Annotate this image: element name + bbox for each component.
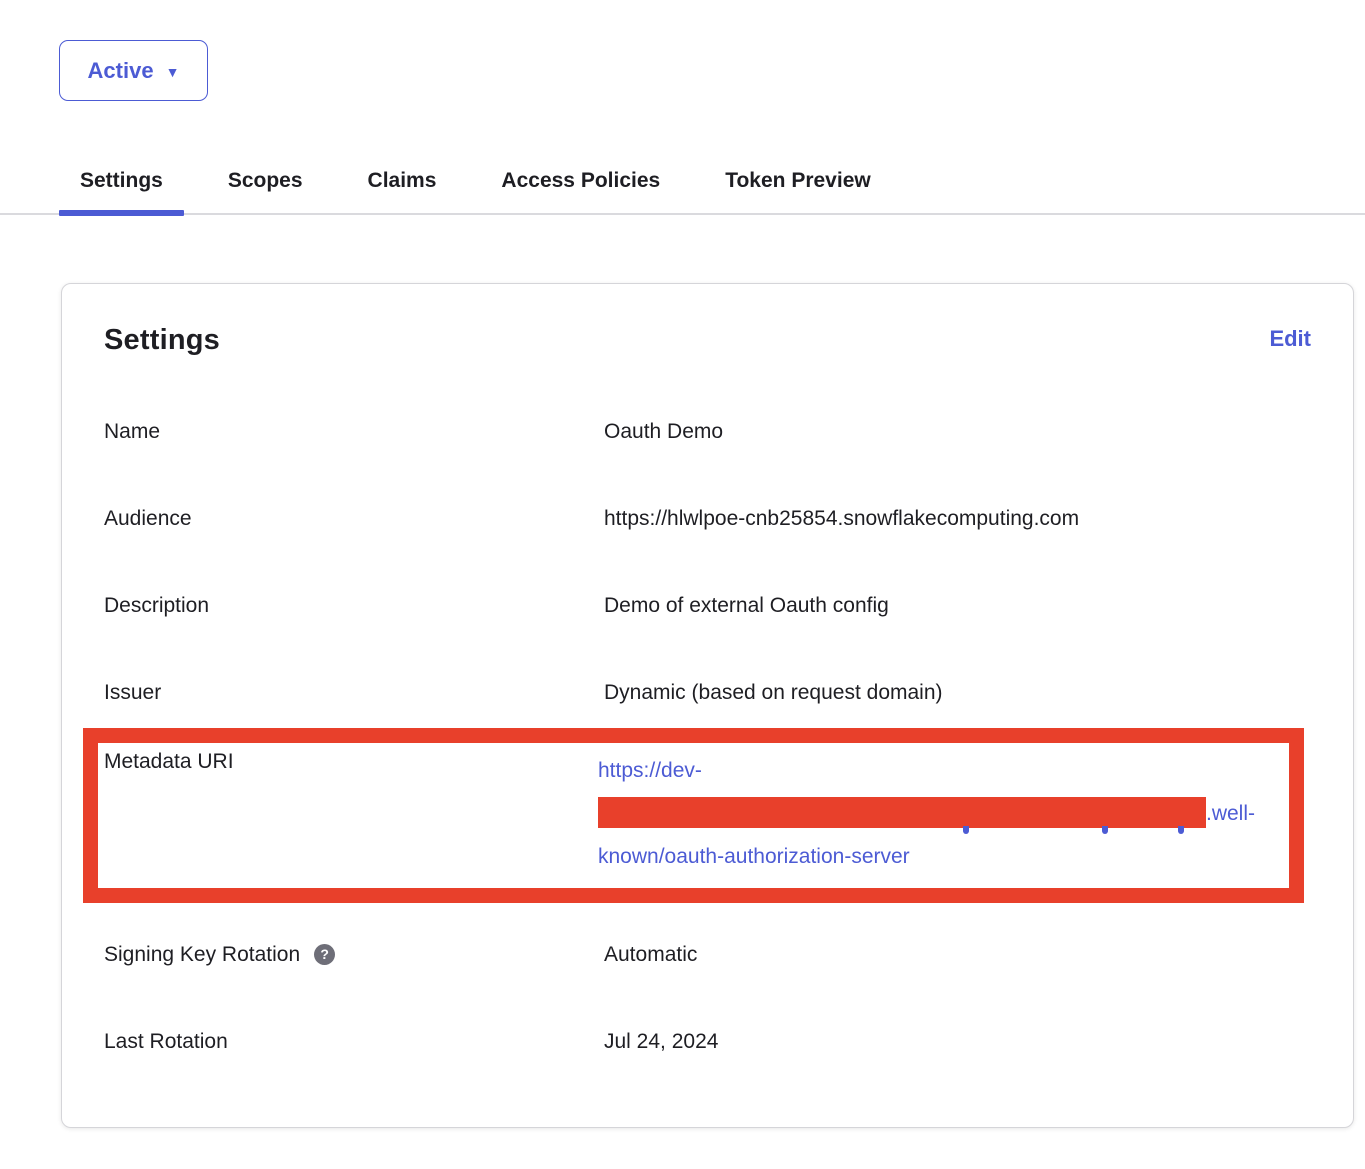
field-value: https://hlwlpoe-cnb25854.snowflakecomput…: [604, 506, 1311, 531]
chevron-down-icon: ▼: [166, 64, 180, 80]
field-label-text: Signing Key Rotation: [104, 942, 300, 967]
metadata-uri-line3: known/oauth-authorization-server: [598, 835, 1289, 878]
field-row-audience: Audience https://hlwlpoe-cnb25854.snowfl…: [104, 506, 1311, 531]
metadata-uri-line2-suffix: .well-: [1206, 802, 1255, 825]
field-value: Demo of external Oauth config: [604, 593, 1311, 618]
field-label-text: Metadata URI: [104, 749, 234, 774]
tab-label: Access Policies: [501, 169, 660, 193]
tab-access-policies[interactable]: Access Policies: [480, 149, 681, 213]
tab-label: Scopes: [228, 169, 303, 193]
field-row-last-rotation: Last Rotation Jul 24, 2024: [104, 1029, 1311, 1054]
field-label: Description: [104, 593, 604, 618]
card-header: Settings Edit: [104, 324, 1311, 357]
tab-scopes[interactable]: Scopes: [207, 149, 324, 213]
field-label: Name: [104, 419, 604, 444]
card-title: Settings: [104, 324, 220, 357]
redaction-bar: [598, 797, 1206, 828]
field-label: Metadata URI: [104, 749, 598, 878]
tab-settings[interactable]: Settings: [59, 149, 184, 213]
metadata-uri-link[interactable]: https://dev- .well- known/oauth-authoriz…: [598, 749, 1289, 878]
metadata-uri-line1: https://dev-: [598, 749, 1289, 792]
field-label-text: Audience: [104, 506, 192, 531]
field-row-description: Description Demo of external Oauth confi…: [104, 593, 1311, 618]
field-row-issuer: Issuer Dynamic (based on request domain): [104, 680, 1311, 705]
field-label-text: Issuer: [104, 680, 161, 705]
tab-label: Claims: [368, 169, 437, 193]
edit-button[interactable]: Edit: [1269, 326, 1311, 352]
tab-label: Token Preview: [725, 169, 871, 193]
field-value: Jul 24, 2024: [604, 1029, 1311, 1054]
tab-label: Settings: [80, 169, 163, 193]
status-dropdown-label: Active: [88, 58, 154, 84]
field-value: Oauth Demo: [604, 419, 1311, 444]
field-label: Issuer: [104, 680, 604, 705]
field-value: Dynamic (based on request domain): [604, 680, 1311, 705]
field-value: https://dev- .well- known/oauth-authoriz…: [598, 749, 1289, 878]
field-row-signing-key-rotation: Signing Key Rotation ? Automatic: [104, 942, 1311, 967]
settings-card: Settings Edit Name Oauth Demo Audience h…: [61, 283, 1354, 1128]
tab-token-preview[interactable]: Token Preview: [704, 149, 892, 213]
metadata-uri-line2: .well-: [598, 792, 1289, 835]
field-label: Audience: [104, 506, 604, 531]
tab-bar: Settings Scopes Claims Access Policies T…: [0, 149, 1365, 215]
field-label-text: Last Rotation: [104, 1029, 228, 1054]
question-mark-icon[interactable]: ?: [314, 944, 335, 965]
field-value: Automatic: [604, 942, 1311, 967]
annotation-highlight-box: Metadata URI https://dev- .well- known/o…: [83, 728, 1304, 903]
status-dropdown-active[interactable]: Active ▼: [59, 40, 208, 101]
field-label-text: Name: [104, 419, 160, 444]
field-row-metadata-uri: Metadata URI https://dev- .well- known/o…: [104, 749, 1289, 878]
field-label: Last Rotation: [104, 1029, 604, 1054]
field-label-text: Description: [104, 593, 209, 618]
tab-claims[interactable]: Claims: [347, 149, 458, 213]
field-row-name: Name Oauth Demo: [104, 419, 1311, 444]
field-label: Signing Key Rotation ?: [104, 942, 604, 967]
